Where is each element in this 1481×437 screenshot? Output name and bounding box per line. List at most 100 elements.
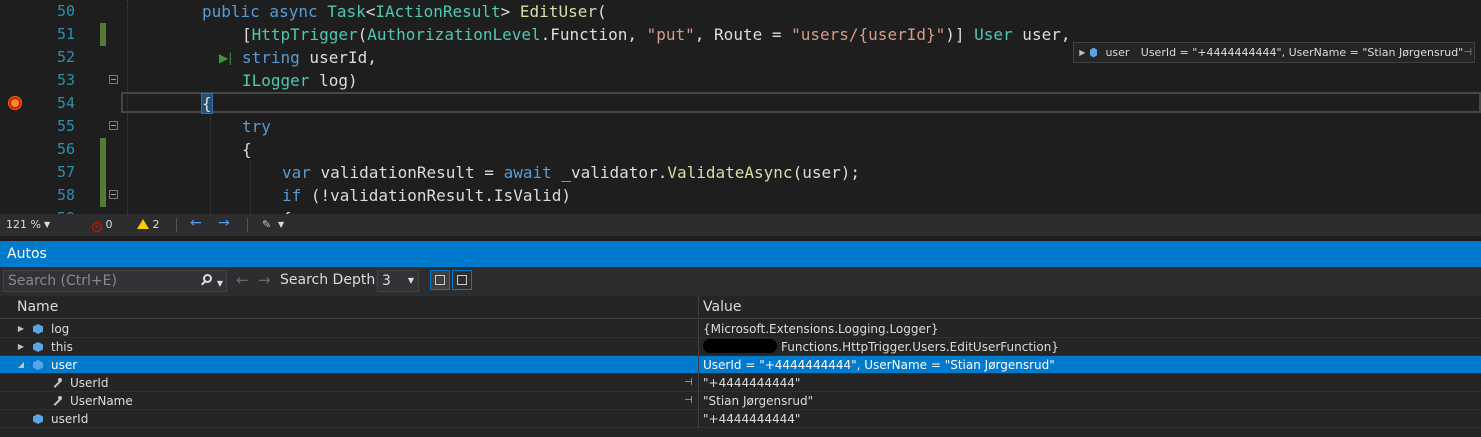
search-placeholder: Search (Ctrl+E) [8, 273, 117, 289]
code-line[interactable]: 54 { [0, 92, 1481, 115]
change-marker [100, 161, 106, 184]
row-name: log [51, 322, 70, 336]
line-number: 50 [56, 2, 75, 20]
collapse-icon[interactable] [109, 75, 118, 84]
navigate-forward-icon[interactable]: → [218, 215, 230, 231]
code-text: public async Task<IActionResult> EditUse… [202, 2, 607, 21]
property-icon [52, 378, 62, 388]
editor-status-bar: 121 % ▼ ✕ 0 2 ← → ✎ ▼ [0, 214, 1481, 236]
table-row[interactable]: userId "+4444444444" [0, 410, 1481, 428]
code-text: var validationResult = await _validator.… [282, 163, 860, 182]
datatip[interactable]: ▶ user UserId = "+4444444444", UserName … [1073, 42, 1475, 63]
code-line[interactable]: 57 var validationResult = await _validat… [0, 161, 1481, 184]
expand-icon[interactable]: ▶ [16, 338, 26, 356]
expand-icon[interactable]: ▶ [1077, 48, 1088, 57]
code-line[interactable]: 53 ILogger log) [0, 69, 1481, 92]
row-value[interactable]: {Microsoft.Extensions.Logging.Logger} [703, 320, 938, 338]
line-number: 57 [56, 163, 75, 181]
row-name: user [51, 358, 78, 372]
column-header-value[interactable]: Value [703, 299, 741, 315]
table-row[interactable]: ▶ this Functions.HttpTrigger.Users.EditU… [0, 338, 1481, 356]
row-value[interactable]: "+4444444444" [703, 410, 800, 428]
code-line[interactable]: 55 try [0, 115, 1481, 138]
chevron-down-icon[interactable]: ▼ [278, 220, 284, 229]
line-number: 53 [56, 71, 75, 89]
error-icon: ✕ [92, 222, 102, 232]
divider [176, 218, 177, 232]
collapse-icon[interactable] [109, 121, 118, 130]
row-name: UserName [70, 394, 133, 408]
brush-icon[interactable]: ✎ [262, 218, 271, 231]
row-value[interactable]: "+4444444444" [703, 374, 800, 392]
line-number: 59 [30, 207, 75, 214]
autos-toolbar: Search (Ctrl+E) ▼ ← → Search Depth: 3 ▼ [0, 267, 1481, 296]
search-next-icon[interactable]: → [258, 271, 271, 289]
search-input[interactable]: Search (Ctrl+E) ▼ [3, 270, 227, 292]
search-depth-label: Search Depth: [280, 272, 380, 288]
autos-grid[interactable]: Name Value ▶ log {Microsoft.Extensions.L… [0, 296, 1481, 437]
property-icon [52, 396, 62, 406]
pin-icon[interactable]: ⊣ [684, 392, 693, 410]
chevron-down-icon[interactable]: ▼ [44, 220, 50, 229]
line-number: 51 [56, 25, 75, 43]
code-line[interactable]: 56 { [0, 138, 1481, 161]
hex-view-icon [457, 275, 467, 285]
code-text: if (!validationResult.IsValid) [282, 186, 571, 205]
view-hex-button[interactable] [452, 270, 472, 290]
code-text: try [242, 117, 271, 136]
autos-title[interactable]: Autos [0, 241, 1481, 267]
object-icon [1089, 47, 1098, 58]
table-row[interactable]: UserName ⊣ "Stian Jørgensrud" [0, 392, 1481, 410]
search-depth-select[interactable]: 3 ▼ [377, 270, 419, 292]
pin-icon[interactable]: ⊣ [684, 374, 693, 392]
table-row[interactable]: ▶ log {Microsoft.Extensions.Logging.Logg… [0, 320, 1481, 338]
object-icon [33, 360, 43, 370]
row-value[interactable]: UserId = "+4444444444", UserName = "Stia… [703, 356, 1055, 374]
zoom-level[interactable]: 121 % [6, 218, 41, 231]
pin-icon[interactable]: ⊣ [1463, 47, 1474, 58]
column-divider [698, 320, 699, 338]
error-count[interactable]: ✕ 0 [92, 218, 113, 232]
view-raw-button[interactable] [430, 270, 450, 290]
collapse-icon[interactable] [109, 190, 118, 199]
search-icon[interactable] [203, 274, 212, 283]
row-name: this [51, 340, 73, 354]
column-divider[interactable] [698, 296, 699, 318]
navigate-back-icon[interactable]: ← [190, 215, 202, 231]
line-number: 58 [56, 186, 75, 204]
collapse-icon[interactable]: ◢ [16, 356, 26, 374]
code-line[interactable]: 50 public async Task<IActionResult> Edit… [0, 0, 1481, 23]
table-row[interactable]: UserId ⊣ "+4444444444" [0, 374, 1481, 392]
code-editor[interactable]: 50 public async Task<IActionResult> Edit… [0, 0, 1481, 214]
datatip-value: UserId = "+4444444444", UserName = "Stia… [1140, 46, 1464, 59]
code-text: { [201, 93, 213, 114]
code-line[interactable]: 59 { [0, 207, 1481, 214]
search-previous-icon[interactable]: ← [236, 271, 249, 289]
divider [247, 218, 248, 232]
column-divider [698, 374, 699, 392]
redacted-mark [703, 339, 777, 353]
line-number: 52 [56, 48, 75, 66]
line-number: 54 [56, 94, 75, 112]
change-marker [100, 184, 106, 207]
object-icon [33, 414, 43, 424]
column-header-name[interactable]: Name [17, 299, 58, 315]
expand-icon[interactable]: ▶ [16, 320, 26, 338]
warning-count[interactable]: 2 [137, 218, 160, 231]
code-text: { [242, 140, 252, 159]
row-value[interactable]: "Stian Jørgensrud" [703, 392, 813, 410]
column-divider [698, 392, 699, 410]
code-text: { [282, 207, 292, 214]
line-number: 56 [56, 140, 75, 158]
code-text: string userId, [242, 48, 377, 67]
line-number: 55 [56, 117, 75, 135]
search-depth-value: 3 [382, 273, 391, 289]
chevron-down-icon[interactable]: ▼ [217, 274, 223, 294]
warning-icon [137, 219, 149, 229]
code-line[interactable]: 58 if (!validationResult.IsValid) [0, 184, 1481, 207]
table-row-selected[interactable]: ◢ user UserId = "+4444444444", UserName … [0, 356, 1481, 374]
row-value[interactable]: Functions.HttpTrigger.Users.EditUserFunc… [703, 338, 1059, 356]
column-divider [698, 356, 699, 374]
change-marker [100, 138, 106, 161]
raw-view-icon [435, 275, 445, 285]
